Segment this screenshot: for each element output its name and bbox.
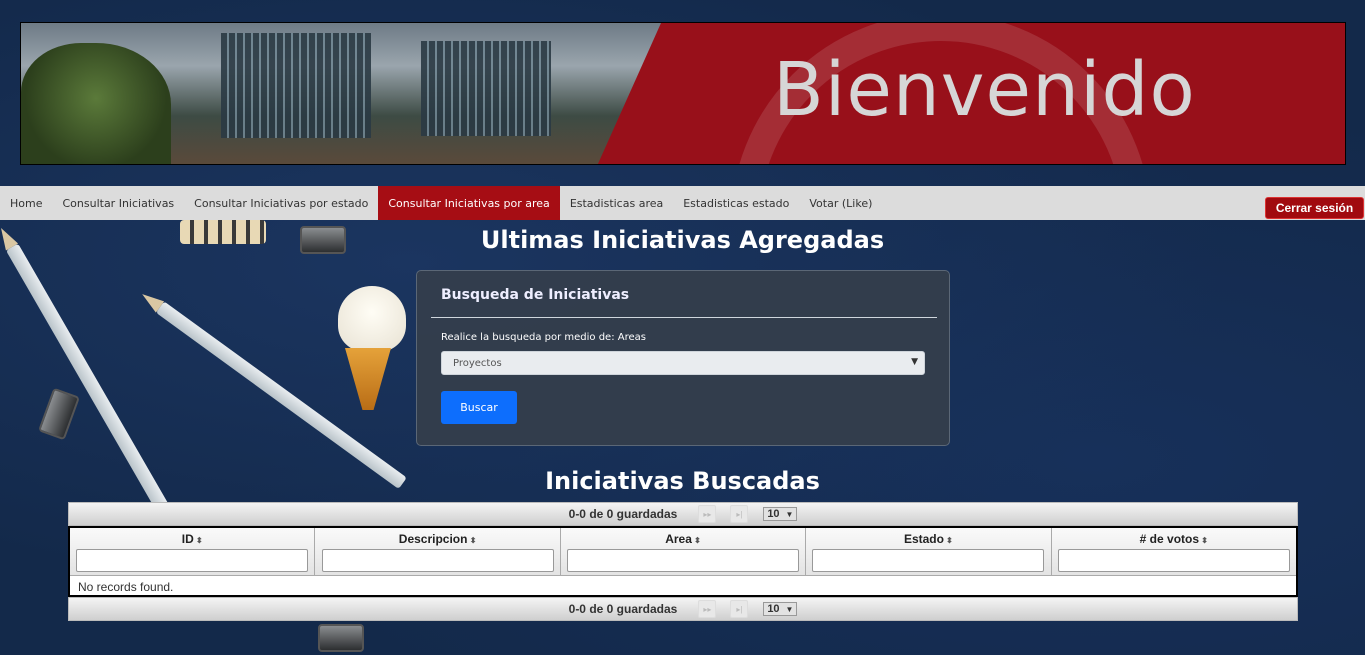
welcome-banner: Bienvenido [20, 22, 1346, 165]
sort-icon[interactable]: ⬍ [467, 536, 477, 545]
column-label: # de votos [1139, 532, 1200, 546]
last-page-icon[interactable]: ▸| [730, 600, 749, 618]
sort-icon[interactable]: ⬍ [194, 536, 203, 545]
chevron-down-icon: ▼ [911, 357, 918, 367]
paginator-summary: 0-0 de 0 guardadas [568, 507, 678, 521]
search-criteria-label: Realice la busqueda por medio de: Areas [441, 332, 646, 343]
column-label: Estado [903, 532, 944, 546]
search-card-title: Busqueda de Iniciativas [441, 287, 630, 303]
rows-per-page-select[interactable]: 10 ▼ [763, 602, 798, 616]
column-label: Area [665, 532, 692, 546]
last-page-icon[interactable]: ▸| [730, 505, 749, 523]
main-navbar: Home Consultar Iniciativas Consultar Inici… [0, 186, 1365, 220]
area-select[interactable]: Proyectos ▼ [441, 351, 925, 375]
results-title: Iniciativas Buscadas [545, 467, 820, 495]
sort-icon[interactable]: ⬍ [692, 536, 701, 545]
column-header[interactable]: Descripcion ⬍ [315, 528, 561, 575]
column-header[interactable]: ID ⬍ [70, 528, 316, 575]
next-page-icon[interactable]: ▸▸ [698, 505, 717, 523]
sort-icon[interactable]: ⬍ [1199, 536, 1208, 545]
paginator-bottom: 0-0 de 0 guardadas ▸▸ ▸| 10 ▼ [68, 597, 1298, 621]
banner-title: Bienvenido [773, 47, 1196, 133]
page-title: Ultimas Iniciativas Agregadas [480, 226, 885, 254]
column-filter-input[interactable] [76, 549, 309, 572]
empty-message: No records found. [78, 580, 174, 594]
next-page-icon[interactable]: ▸▸ [698, 600, 717, 618]
nav-item-estadisticas-estado[interactable]: Estadisticas estado [673, 186, 799, 220]
logout-button[interactable]: Cerrar sesión [1265, 197, 1364, 219]
nav-item-consultar-iniciativas-por-area[interactable]: Consultar Iniciativas por area [378, 186, 560, 220]
column-header[interactable]: # de votos ⬍ [1052, 528, 1296, 575]
rows-per-page-select[interactable]: 10 ▼ [763, 507, 798, 521]
paginator-summary: 0-0 de 0 guardadas [568, 602, 678, 616]
column-filter-input[interactable] [321, 549, 554, 572]
search-card: Busqueda de Iniciativas Realice la busqu… [416, 270, 950, 446]
column-label: Descripcion [398, 532, 468, 546]
paginator-top: 0-0 de 0 guardadas ▸▸ ▸| 10 ▼ [68, 502, 1298, 526]
nav-item-votar-like[interactable]: Votar (Like) [799, 186, 882, 220]
column-header[interactable]: Area ⬍ [561, 528, 807, 575]
nav-item-consultar-iniciativas-por-estado[interactable]: Consultar Iniciativas por estado [184, 186, 378, 220]
column-label: ID [181, 532, 194, 546]
nav-item-consultar-iniciativas[interactable]: Consultar Iniciativas [52, 186, 184, 220]
campus-photo [21, 23, 661, 164]
nav-item-estadisticas-area[interactable]: Estadisticas area [560, 186, 673, 220]
table-header: ID ⬍ Descripcion ⬍ Area ⬍ Estado ⬍ # de voto… [70, 528, 1296, 576]
column-header[interactable]: Estado ⬍ [806, 528, 1052, 575]
column-filter-input[interactable] [812, 549, 1045, 572]
column-filter-input[interactable] [567, 549, 800, 572]
sort-icon[interactable]: ⬍ [944, 536, 953, 545]
results-table: ID ⬍ Descripcion ⬍ Area ⬍ Estado ⬍ # de voto… [68, 526, 1298, 597]
search-button[interactable]: Buscar [441, 391, 517, 424]
nav-item-home[interactable]: Home [0, 186, 52, 220]
area-select-value: Proyectos [453, 357, 502, 369]
card-divider [431, 317, 937, 318]
column-filter-input[interactable] [1057, 549, 1290, 572]
